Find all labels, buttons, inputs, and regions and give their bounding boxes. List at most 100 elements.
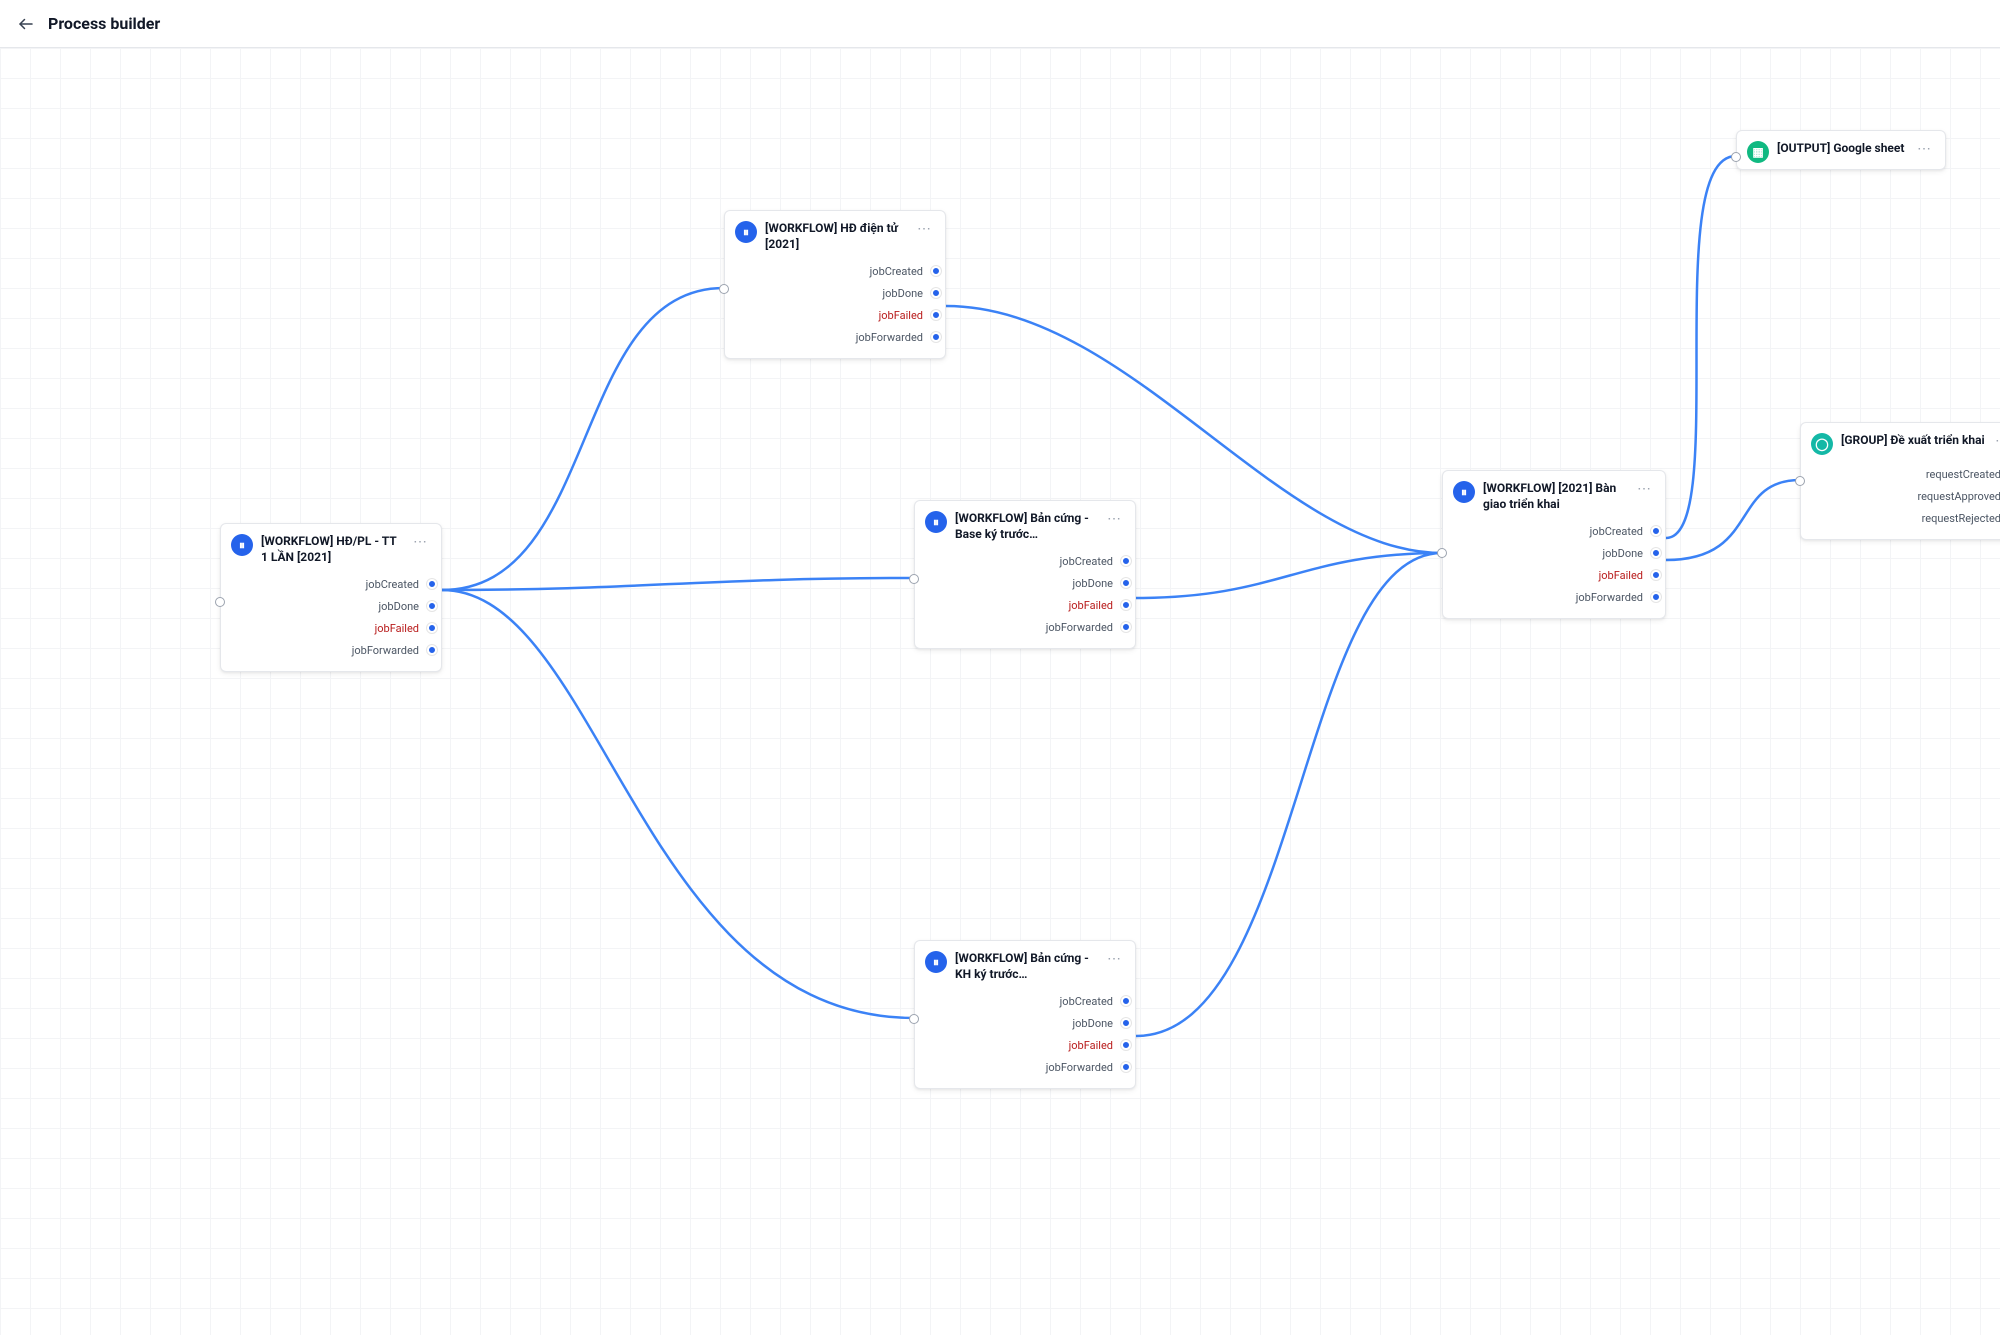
node-workflow-hdpl[interactable]: ⏸ [WORKFLOW] HĐ/PL - TT 1 LẦN [2021] ⋯ j… <box>220 523 442 672</box>
node-out-port[interactable] <box>1651 592 1661 602</box>
node-output-label: jobDone <box>1073 577 1113 590</box>
node-out-port[interactable] <box>1651 570 1661 580</box>
node-out-port[interactable] <box>427 601 437 611</box>
back-arrow-icon[interactable] <box>16 14 36 34</box>
node-output-label: jobForwarded <box>856 331 923 344</box>
node-workflow-base-ky-truoc[interactable]: ⏸ [WORKFLOW] Bản cứng - Base ký trước… ⋯… <box>914 500 1136 649</box>
node-output-row: jobFailed <box>925 594 1125 616</box>
node-output-row: requestApproved <box>1811 485 2000 507</box>
node-out-port[interactable] <box>1121 578 1131 588</box>
node-out-port[interactable] <box>1121 1040 1131 1050</box>
node-output-label: jobForwarded <box>352 644 419 657</box>
node-out-port[interactable] <box>1121 1062 1131 1072</box>
node-out-port[interactable] <box>931 288 941 298</box>
node-out-port[interactable] <box>427 579 437 589</box>
node-more-button[interactable]: ⋯ <box>411 534 431 550</box>
node-output-row: jobForwarded <box>925 1056 1125 1078</box>
node-output-label: jobFailed <box>1599 569 1643 582</box>
node-out-port[interactable] <box>1121 600 1131 610</box>
node-output-label: jobFailed <box>1069 1039 1113 1052</box>
node-output-label: jobForwarded <box>1576 591 1643 604</box>
node-output-row: jobCreated <box>231 573 431 595</box>
node-out-port[interactable] <box>427 623 437 633</box>
node-out-port[interactable] <box>931 332 941 342</box>
node-output-label: jobForwarded <box>1046 621 1113 634</box>
node-output-row: jobCreated <box>735 260 935 282</box>
node-output-label: jobDone <box>379 600 419 613</box>
workflow-icon: ⏸ <box>925 951 947 973</box>
workflow-icon: ⏸ <box>735 221 757 243</box>
node-in-port[interactable] <box>1437 548 1447 558</box>
node-out-port[interactable] <box>1651 548 1661 558</box>
node-output-label: jobCreated <box>870 265 923 278</box>
node-output-row: jobCreated <box>925 990 1125 1012</box>
node-out-port[interactable] <box>1651 526 1661 536</box>
node-output-label: jobCreated <box>1060 995 1113 1008</box>
node-output-row: jobForwarded <box>231 639 431 661</box>
node-in-port[interactable] <box>909 1014 919 1024</box>
process-canvas[interactable]: ⏸ [WORKFLOW] HĐ/PL - TT 1 LẦN [2021] ⋯ j… <box>0 48 2000 1335</box>
node-workflow-hd-dien-tu[interactable]: ⏸ [WORKFLOW] HĐ điện tử [2021] ⋯ jobCrea… <box>724 210 946 359</box>
node-workflow-kh-ky-truoc[interactable]: ⏸ [WORKFLOW] Bản cứng - KH ký trước… ⋯ j… <box>914 940 1136 1089</box>
node-out-port[interactable] <box>931 310 941 320</box>
node-out-port[interactable] <box>931 266 941 276</box>
node-output-label: requestCreated <box>1926 468 2000 481</box>
node-outputs: jobCreated jobDone jobFailed jobForwarded <box>221 571 441 671</box>
node-title: [WORKFLOW] HĐ điện tử [2021] <box>765 221 907 252</box>
node-output-row: jobForwarded <box>1453 586 1655 608</box>
node-output-label: jobCreated <box>366 578 419 591</box>
node-output-google-sheet[interactable]: ▦ [OUTPUT] Google sheet ⋯ <box>1736 130 1946 170</box>
node-group-de-xuat[interactable]: ◯ [GROUP] Đề xuất triển khai ⋯ requestCr… <box>1800 422 2000 540</box>
node-in-port[interactable] <box>719 284 729 294</box>
edges-layer <box>0 48 2000 1335</box>
node-more-button[interactable]: ⋯ <box>1993 433 2000 449</box>
node-output-row: jobCreated <box>925 550 1125 572</box>
node-output-label: jobDone <box>1073 1017 1113 1030</box>
node-in-port[interactable] <box>1795 476 1805 486</box>
page-title: Process builder <box>48 14 160 33</box>
node-outputs: jobCreated jobDone jobFailed jobForwarded <box>725 258 945 358</box>
node-output-row: jobDone <box>231 595 431 617</box>
node-out-port[interactable] <box>1121 622 1131 632</box>
node-output-label: jobForwarded <box>1046 1061 1113 1074</box>
node-output-label: jobDone <box>883 287 923 300</box>
workflow-icon: ⏸ <box>1453 481 1475 503</box>
workflow-icon: ⏸ <box>925 511 947 533</box>
node-title: [WORKFLOW] [2021] Bàn giao triển khai <box>1483 481 1627 512</box>
node-output-row: jobFailed <box>925 1034 1125 1056</box>
node-output-row: jobDone <box>735 282 935 304</box>
node-output-row: jobDone <box>925 572 1125 594</box>
node-out-port[interactable] <box>1121 1018 1131 1028</box>
node-more-button[interactable]: ⋯ <box>1915 141 1935 157</box>
node-title: [WORKFLOW] HĐ/PL - TT 1 LẦN [2021] <box>261 534 403 565</box>
node-out-port[interactable] <box>1121 996 1131 1006</box>
node-output-label: jobFailed <box>1069 599 1113 612</box>
node-output-row: jobFailed <box>1453 564 1655 586</box>
group-icon: ◯ <box>1811 433 1833 455</box>
node-output-label: jobDone <box>1603 547 1643 560</box>
node-outputs: jobCreated jobDone jobFailed jobForwarded <box>1443 518 1665 618</box>
node-output-label: jobCreated <box>1590 525 1643 538</box>
node-more-button[interactable]: ⋯ <box>1105 511 1125 527</box>
node-out-port[interactable] <box>1121 556 1131 566</box>
page-header: Process builder <box>0 0 2000 48</box>
node-more-button[interactable]: ⋯ <box>1105 951 1125 967</box>
node-outputs: requestCreated requestApprovedrequestReje… <box>1801 461 2000 539</box>
node-more-button[interactable]: ⋯ <box>1635 481 1655 497</box>
node-title: [OUTPUT] Google sheet <box>1777 141 1907 157</box>
node-in-port[interactable] <box>1731 152 1741 162</box>
node-output-row: requestCreated <box>1811 463 2000 485</box>
node-output-row: jobFailed <box>231 617 431 639</box>
node-workflow-ban-giao[interactable]: ⏸ [WORKFLOW] [2021] Bàn giao triển khai … <box>1442 470 1666 619</box>
node-title: [WORKFLOW] Bản cứng - KH ký trước… <box>955 951 1097 982</box>
node-more-button[interactable]: ⋯ <box>915 221 935 237</box>
app-root: Process builder <box>0 0 2000 1335</box>
node-in-port[interactable] <box>909 574 919 584</box>
node-in-port[interactable] <box>215 597 225 607</box>
node-output-label: jobFailed <box>879 309 923 322</box>
node-output-row: requestRejected <box>1811 507 2000 529</box>
node-outputs: jobCreated jobDone jobFailed jobForwarded <box>915 988 1135 1088</box>
node-output-row: jobForwarded <box>925 616 1125 638</box>
node-output-row: jobDone <box>925 1012 1125 1034</box>
node-out-port[interactable] <box>427 645 437 655</box>
